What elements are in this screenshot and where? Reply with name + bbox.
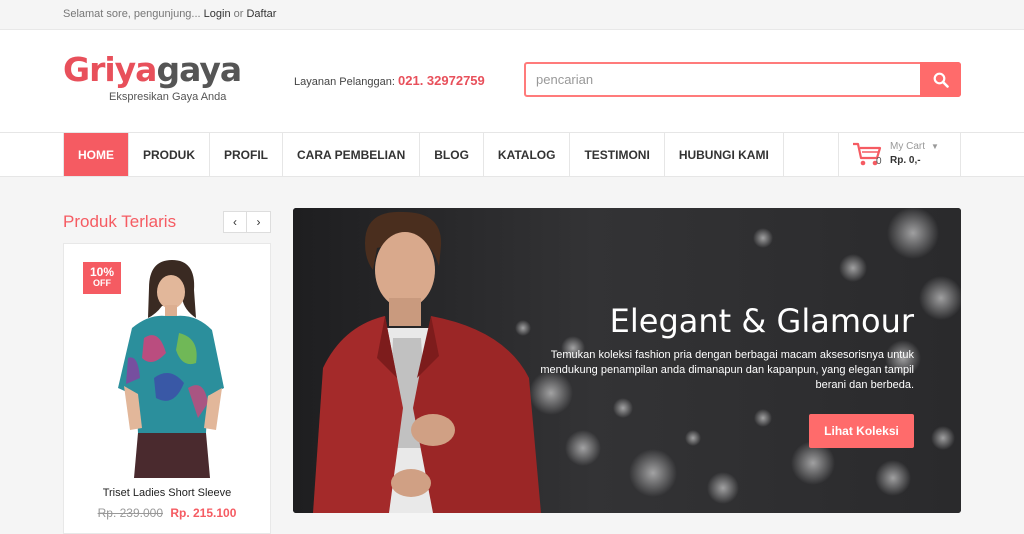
product-image — [118, 260, 224, 478]
hero-banner: Elegant & Glamour Temukan koleksi fashio… — [293, 208, 961, 513]
search-icon — [933, 72, 949, 88]
nav-item-katalog[interactable]: KATALOG — [484, 133, 571, 176]
chevron-down-icon: ▼ — [931, 142, 939, 151]
or-label: or — [233, 8, 244, 20]
cart-widget[interactable]: 0 My Cart ▼ Rp. 0,- — [838, 133, 961, 176]
nav-item-hubungi-kami[interactable]: HUBUNGI KAMI — [665, 133, 784, 176]
carousel-prev-button[interactable]: ‹ — [223, 211, 247, 233]
lihat-koleksi-button[interactable]: Lihat Koleksi — [809, 414, 914, 448]
banner-title: Elegant & Glamour — [609, 302, 914, 340]
logo-part1: Griya — [63, 50, 157, 89]
search-box — [524, 62, 961, 97]
product-price: Rp. 239.000 Rp. 215.100 — [64, 506, 270, 520]
sidebar-title: Produk Terlaris — [63, 212, 177, 231]
nav-item-home[interactable]: HOME — [64, 133, 129, 176]
logo-wordmark: Griyagaya — [63, 50, 242, 90]
product-name[interactable]: Triset Ladies Short Sleeve — [64, 487, 270, 499]
product-old-price: Rp. 239.000 — [97, 506, 163, 520]
cart-title: My Cart ▼ — [890, 141, 939, 152]
greeting-text: Selamat sore, pengunjung... Login or Daf… — [63, 8, 276, 20]
sidebar-carousel-controls: ‹ › — [223, 211, 271, 233]
site-header: Griyagaya Ekspresikan Gaya Anda Layanan … — [0, 30, 1024, 132]
top-bar: Selamat sore, pengunjung... Login or Daf… — [0, 0, 1024, 30]
discount-badge: 10% OFF — [83, 262, 121, 294]
product-card[interactable]: 10% OFF Triset Ladies Short Sleeve Rp. 2… — [63, 243, 271, 534]
main-nav: HOME PRODUK PROFIL CARA PEMBELIAN BLOG KATALO… — [0, 132, 1024, 177]
logo-tagline: Ekspresikan Gaya Anda — [109, 91, 227, 103]
product-new-price: Rp. 215.100 — [170, 506, 237, 520]
customer-service: Layanan Pelanggan: 021. 32972759 — [294, 73, 485, 88]
customer-service-label: Layanan Pelanggan: — [294, 76, 395, 88]
site-logo[interactable]: Griyagaya Ekspresikan Gaya Anda — [63, 50, 242, 108]
search-button[interactable] — [920, 62, 961, 97]
logo-part2: gaya — [156, 50, 242, 89]
nav-item-profil[interactable]: PROFIL — [210, 133, 284, 176]
greeting-label: Selamat sore, pengunjung... — [63, 8, 201, 20]
cart-total: Rp. 0,- — [890, 155, 921, 166]
carousel-next-button[interactable]: › — [247, 211, 271, 233]
nav-item-produk[interactable]: PRODUK — [129, 133, 211, 176]
login-link[interactable]: Login — [204, 8, 231, 20]
nav-item-blog[interactable]: BLOG — [420, 133, 484, 176]
banner-description: Temukan koleksi fashion pria dengan berb… — [540, 349, 914, 391]
customer-service-phone: 021. 32972759 — [398, 73, 485, 88]
discount-off-label: OFF — [93, 278, 111, 289]
nav-menu: HOME PRODUK PROFIL CARA PEMBELIAN BLOG KATALO… — [63, 133, 784, 176]
cart-title-label: My Cart — [890, 141, 925, 152]
nav-item-testimoni[interactable]: TESTIMONI — [570, 133, 665, 176]
cart-count: 0 — [876, 156, 882, 167]
register-link[interactable]: Daftar — [246, 8, 276, 20]
search-input[interactable] — [526, 64, 922, 95]
nav-item-cara-pembelian[interactable]: CARA PEMBELIAN — [283, 133, 421, 176]
